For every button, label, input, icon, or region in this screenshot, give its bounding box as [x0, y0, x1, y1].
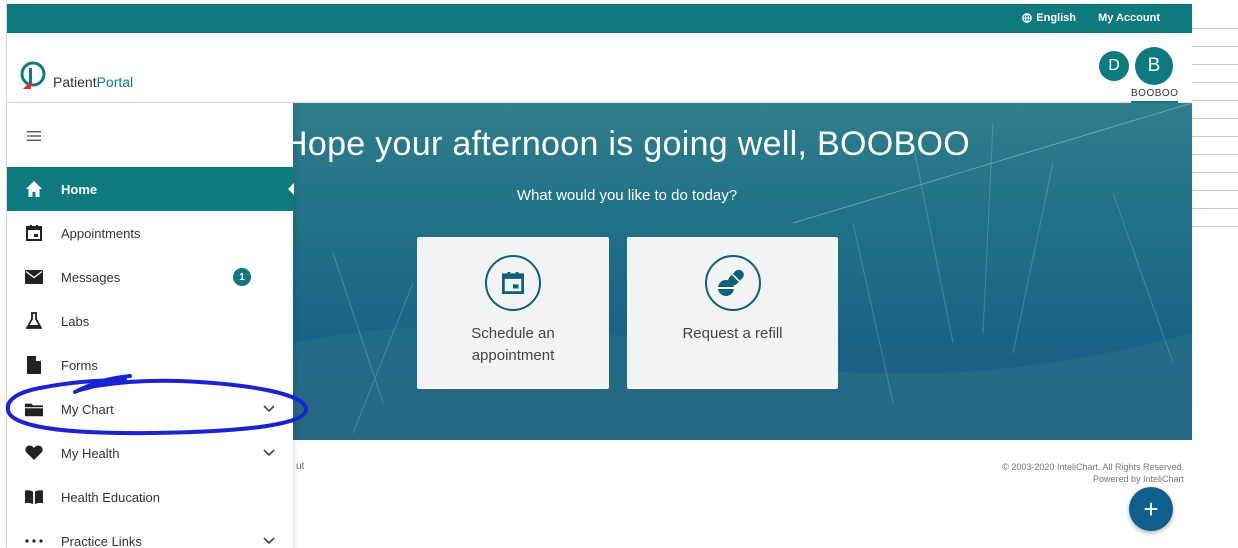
- avatar-current-user[interactable]: B: [1135, 47, 1173, 85]
- footer-copyright: © 2003-2020 InteliChart. All Rights Rese…: [1002, 461, 1184, 485]
- hamburger-menu-icon[interactable]: [27, 129, 41, 147]
- sidebar-item-label: Home: [61, 181, 98, 197]
- sidebar-item-label: Health Education: [61, 489, 161, 505]
- sidebar-item-home[interactable]: Home: [7, 167, 294, 211]
- dots-icon: [25, 532, 43, 548]
- active-indicator: [288, 183, 294, 195]
- chevron-down-icon[interactable]: [263, 445, 275, 460]
- powered-by-text: Powered by InteliChart: [1092, 474, 1184, 484]
- calendar-icon: [485, 255, 541, 311]
- card-label: Request a refill: [682, 325, 783, 342]
- top-bar: English My Account: [7, 4, 1192, 33]
- sidebar-item-label: Messages: [61, 269, 121, 285]
- globe-icon: [1022, 13, 1033, 23]
- sidebar-item-label: Forms: [61, 357, 98, 373]
- sidebar-item-practice-links[interactable]: Practice Links: [7, 519, 293, 548]
- user-name[interactable]: BOOBOO: [1131, 88, 1179, 103]
- calendar-icon: [25, 224, 43, 242]
- sidebar-item-messages[interactable]: Messages 1: [7, 255, 293, 299]
- sidebar-item-label: Appointments: [61, 225, 141, 241]
- sidebar-item-label: My Chart: [61, 401, 114, 417]
- document-icon: [25, 356, 43, 374]
- language-selector[interactable]: English: [1022, 12, 1076, 24]
- patient-portal-logo[interactable]: PatientPortal: [19, 61, 133, 91]
- sidebar-item-appointments[interactable]: Appointments: [7, 211, 293, 255]
- brand-name-part2: Portal: [96, 74, 134, 90]
- chevron-down-icon[interactable]: [263, 401, 275, 416]
- brand-name-part1: Patient: [53, 74, 97, 90]
- greeting-heading: Hope your afternoon is going well, BOOBO…: [293, 125, 970, 163]
- schedule-appointment-card[interactable]: Schedule an appointment: [417, 237, 609, 389]
- sidebar-item-forms[interactable]: Forms: [7, 343, 293, 387]
- sidebar-item-my-health[interactable]: My Health: [7, 431, 293, 475]
- my-account-link[interactable]: My Account: [1098, 12, 1160, 24]
- sidebar-item-health-education[interactable]: Health Education: [7, 475, 293, 519]
- copyright-text: © 2003-2020 InteliChart. All Rights Rese…: [1002, 462, 1184, 472]
- sidebar-nav: Home Appointments Messages 1 Labs Forms …: [7, 103, 294, 548]
- sidebar-item-label: Labs: [61, 313, 90, 329]
- card-label: Schedule an appointment: [471, 325, 555, 364]
- mail-icon: [25, 268, 43, 286]
- logo-mark-icon: [20, 61, 46, 89]
- pills-icon: [704, 255, 761, 311]
- hero-banner: Hope your afternoon is going well, BOOBO…: [293, 103, 1192, 440]
- language-label: English: [1036, 12, 1076, 24]
- heart-icon: [25, 444, 43, 462]
- greeting-subtitle: What would you like to do today?: [516, 187, 738, 204]
- sidebar-item-label: My Health: [61, 445, 120, 461]
- request-refill-card[interactable]: Request a refill: [627, 237, 838, 389]
- page-border: [0, 0, 7, 548]
- footer-link-partial[interactable]: ut: [296, 461, 304, 472]
- flask-icon: [25, 312, 43, 330]
- avatar-small[interactable]: D: [1099, 51, 1129, 81]
- home-icon: [25, 180, 43, 198]
- sidebar-item-label: Practice Links: [61, 533, 142, 548]
- header: PatientPortal D B BOOBOO: [7, 33, 1192, 103]
- sidebar-item-my-chart[interactable]: My Chart: [7, 387, 293, 431]
- chevron-down-icon[interactable]: [263, 533, 275, 548]
- book-icon: [25, 488, 43, 506]
- brand-name: PatientPortal: [53, 74, 133, 90]
- add-fab-button[interactable]: +: [1129, 487, 1173, 531]
- folder-icon: [25, 400, 43, 418]
- sidebar-item-labs[interactable]: Labs: [7, 299, 293, 343]
- unread-count-badge: 1: [233, 268, 251, 286]
- background-window-lines: [1192, 0, 1238, 548]
